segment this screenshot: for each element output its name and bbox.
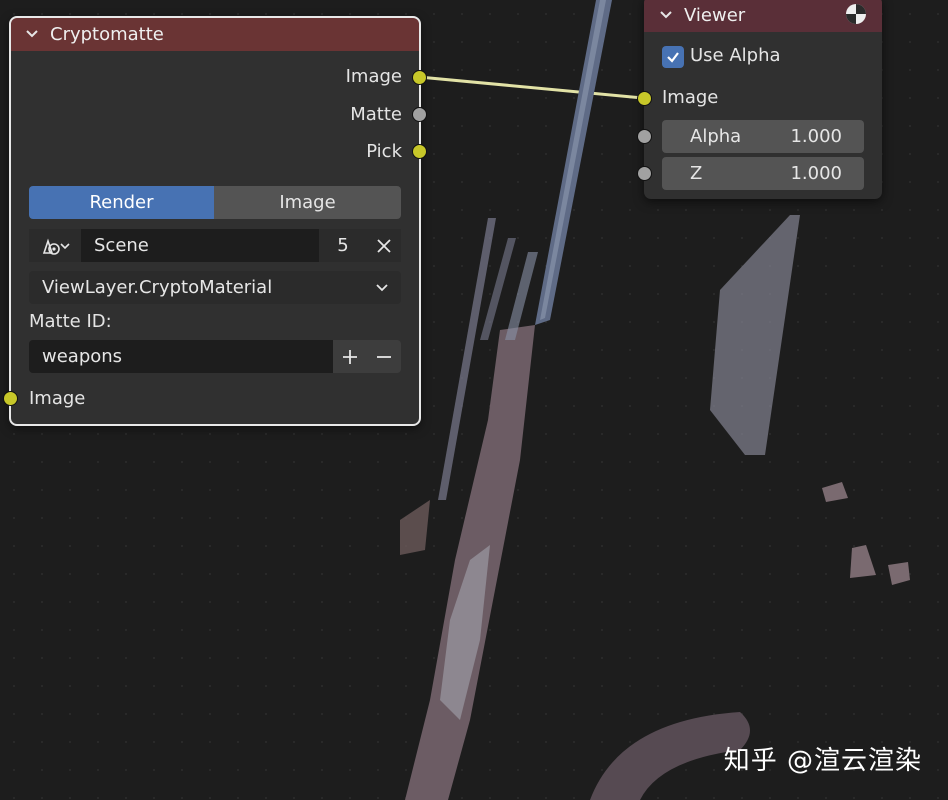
chevron-down-icon[interactable] bbox=[658, 7, 674, 23]
scene-users-count[interactable]: 5 bbox=[319, 229, 367, 262]
scene-selector: Scene 5 bbox=[29, 229, 401, 262]
output-label-matte: Matte bbox=[350, 104, 402, 125]
layer-dropdown[interactable]: ViewLayer.CryptoMaterial bbox=[29, 271, 401, 304]
alpha-label: Alpha bbox=[690, 126, 742, 147]
preview-toggle-icon[interactable] bbox=[844, 2, 868, 26]
chevron-down-icon[interactable] bbox=[24, 26, 40, 42]
viewer-header[interactable]: Viewer bbox=[644, 0, 882, 32]
scene-unlink-button[interactable] bbox=[367, 229, 401, 262]
minus-icon bbox=[377, 355, 391, 358]
matte-id-label: Matte ID: bbox=[29, 311, 112, 332]
plus-icon bbox=[343, 349, 357, 364]
input-label-image: Image bbox=[29, 388, 86, 409]
tab-render[interactable]: Render bbox=[29, 186, 214, 219]
output-socket-matte[interactable] bbox=[412, 107, 427, 122]
scene-icon bbox=[42, 237, 70, 255]
input-socket-image[interactable] bbox=[3, 391, 18, 406]
chevron-down-icon bbox=[376, 283, 388, 291]
z-label: Z bbox=[690, 163, 703, 184]
viewer-input-socket-z[interactable] bbox=[637, 166, 652, 181]
output-socket-pick[interactable] bbox=[412, 144, 427, 159]
use-alpha-label[interactable]: Use Alpha bbox=[690, 45, 781, 66]
cryptomatte-node[interactable]: Cryptomatte Image Matte Pick Render Imag… bbox=[9, 16, 421, 426]
viewer-input-socket-alpha[interactable] bbox=[637, 129, 652, 144]
scene-browse-button[interactable] bbox=[29, 229, 81, 262]
input-label-image: Image bbox=[662, 87, 719, 108]
cryptomatte-header[interactable]: Cryptomatte bbox=[10, 17, 420, 51]
viewer-node[interactable]: Viewer Use Alpha Image Alpha 1.000 Z 1.0… bbox=[644, 0, 882, 199]
remove-matte-button[interactable] bbox=[367, 340, 401, 373]
node-title: Cryptomatte bbox=[50, 23, 164, 45]
alpha-slider[interactable]: Alpha 1.000 bbox=[662, 120, 864, 153]
close-icon bbox=[377, 238, 391, 253]
output-label-image: Image bbox=[345, 66, 402, 87]
add-matte-button[interactable] bbox=[333, 340, 367, 373]
matte-id-field: weapons bbox=[29, 340, 401, 373]
z-slider[interactable]: Z 1.000 bbox=[662, 157, 864, 190]
z-value: 1.000 bbox=[790, 163, 842, 184]
matte-id-input[interactable]: weapons bbox=[29, 340, 333, 373]
layer-value: ViewLayer.CryptoMaterial bbox=[42, 277, 273, 298]
node-link bbox=[418, 75, 644, 100]
output-label-pick: Pick bbox=[366, 141, 402, 162]
alpha-value: 1.000 bbox=[790, 126, 842, 147]
checkmark-icon bbox=[667, 52, 679, 63]
viewer-input-socket-image[interactable] bbox=[637, 91, 652, 106]
use-alpha-checkbox[interactable] bbox=[662, 46, 684, 68]
output-socket-image[interactable] bbox=[412, 70, 427, 85]
node-title: Viewer bbox=[684, 4, 746, 26]
scene-name-field[interactable]: Scene bbox=[81, 229, 319, 262]
source-tabs: Render Image bbox=[29, 186, 401, 219]
tab-image[interactable]: Image bbox=[214, 186, 401, 219]
watermark-text: 知乎 @渲云渲染 bbox=[723, 746, 922, 776]
